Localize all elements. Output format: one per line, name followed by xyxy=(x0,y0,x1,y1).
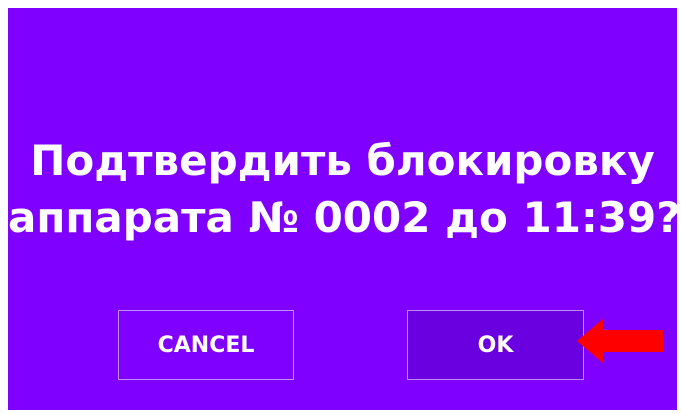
confirm-message-line-2: аппарата № 0002 до 11:39? xyxy=(8,193,681,242)
confirm-message: Подтвердить блокировку аппарата № 0002 д… xyxy=(8,132,681,246)
confirm-message-line-1: Подтвердить блокировку xyxy=(30,136,655,185)
left-arrow-icon xyxy=(577,319,663,363)
ok-button[interactable]: OK xyxy=(407,310,584,380)
cancel-button[interactable]: CANCEL xyxy=(118,310,294,380)
